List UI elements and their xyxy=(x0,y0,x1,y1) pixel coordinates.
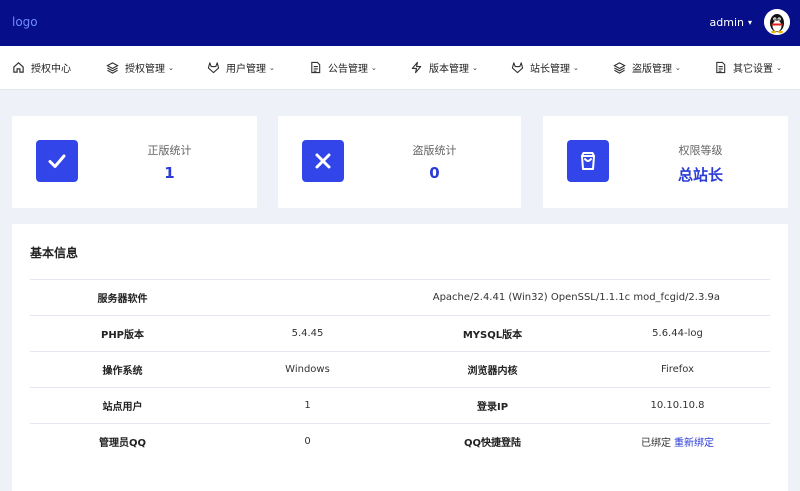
chevron-down-icon: ⌄ xyxy=(675,63,681,72)
close-icon xyxy=(302,140,344,182)
table-row: 服务器软件 Apache/2.4.41 (Win32) OpenSSL/1.1.… xyxy=(30,279,770,316)
chevron-down-icon: ⌄ xyxy=(573,63,579,72)
nav-label: 授权管理 xyxy=(125,64,165,75)
nav-item-other-settings[interactable]: 其它设置 ⌄ xyxy=(714,60,782,75)
document-icon xyxy=(311,61,321,74)
nav-label: 版本管理 xyxy=(429,64,469,75)
info-value: Firefox xyxy=(585,351,770,388)
table-row: 站点用户 1 登录IP 10.10.10.8 xyxy=(30,387,770,424)
table-row: 管理员QQ 0 QQ快捷登陆 已绑定 重新绑定 xyxy=(30,423,770,460)
lightning-icon xyxy=(411,61,422,74)
gitlab-icon xyxy=(511,62,524,74)
info-key: 站点用户 xyxy=(30,387,215,424)
info-key: 服务器软件 xyxy=(30,279,215,316)
chevron-down-icon: ⌄ xyxy=(168,63,174,72)
chevron-down-icon: ⌄ xyxy=(776,63,782,72)
avatar[interactable] xyxy=(764,9,790,35)
nav-label: 用户管理 xyxy=(226,64,266,75)
chevron-down-icon: ⌄ xyxy=(371,63,377,72)
nav-item-auth-manage[interactable]: 授权管理 ⌄ xyxy=(106,60,174,75)
username[interactable]: admin xyxy=(710,16,744,29)
document-icon xyxy=(716,61,726,74)
info-value: 0 xyxy=(215,423,400,460)
info-value: 5.4.45 xyxy=(215,315,400,352)
info-table: 服务器软件 Apache/2.4.41 (Win32) OpenSSL/1.1.… xyxy=(30,279,770,460)
card-value: 0 xyxy=(429,164,440,182)
nav-label: 其它设置 xyxy=(733,64,773,75)
top-bar: logo admin ▾ xyxy=(0,0,800,46)
info-key: 操作系统 xyxy=(30,351,215,388)
info-value: Apache/2.4.41 (Win32) OpenSSL/1.1.1c mod… xyxy=(215,279,770,316)
card-value: 总站长 xyxy=(677,166,723,184)
qq-bind-cell: 已绑定 重新绑定 xyxy=(585,423,770,460)
nav-label: 授权中心 xyxy=(31,64,71,75)
user-menu[interactable]: admin ▾ xyxy=(710,9,790,35)
stat-card-permission: 权限等级 总站长 xyxy=(543,116,788,208)
card-label: 权限等级 xyxy=(678,144,723,157)
info-key: PHP版本 xyxy=(30,315,215,352)
info-value: 5.6.44-log xyxy=(585,315,770,352)
shopping-bag-icon xyxy=(567,140,609,182)
nav-label: 站长管理 xyxy=(530,64,570,75)
home-icon xyxy=(13,62,24,73)
rebind-link[interactable]: 重新绑定 xyxy=(674,438,714,449)
nav-item-user-manage[interactable]: 用户管理 ⌄ xyxy=(207,60,275,75)
card-value: 1 xyxy=(164,164,175,182)
chevron-down-icon: ⌄ xyxy=(472,63,478,72)
info-key: 登录IP xyxy=(400,387,585,424)
card-label: 正版统计 xyxy=(147,144,192,157)
nav-item-auth-center[interactable]: 授权中心 xyxy=(12,60,71,75)
info-value: Windows xyxy=(215,351,400,388)
gitlab-icon xyxy=(207,62,220,74)
info-value: 1 xyxy=(215,387,400,424)
info-key: 浏览器内核 xyxy=(400,351,585,388)
nav-item-notice-manage[interactable]: 公告管理 ⌄ xyxy=(309,60,377,75)
nav-label: 盗版管理 xyxy=(632,64,672,75)
table-row: PHP版本 5.4.45 MYSQL版本 5.6.44-log xyxy=(30,315,770,352)
basic-info-panel: 基本信息 服务器软件 Apache/2.4.41 (Win32) OpenSSL… xyxy=(12,224,788,491)
qq-bound-status: 已绑定 xyxy=(641,438,671,450)
nav-item-webmaster-manage[interactable]: 站长管理 ⌄ xyxy=(511,60,579,75)
layers-icon xyxy=(106,62,119,74)
info-key: 管理员QQ xyxy=(30,423,215,460)
qq-penguin-icon xyxy=(764,9,790,35)
card-label: 盗版统计 xyxy=(412,144,457,157)
panel-title: 基本信息 xyxy=(30,246,79,260)
stat-card-genuine: 正版统计 1 xyxy=(12,116,257,208)
nav-item-piracy-manage[interactable]: 盗版管理 ⌄ xyxy=(613,60,681,75)
table-row: 操作系统 Windows 浏览器内核 Firefox xyxy=(30,351,770,388)
info-key: QQ快捷登陆 xyxy=(400,423,585,460)
stat-card-pirated: 盗版统计 0 xyxy=(278,116,521,208)
chevron-down-icon[interactable]: ▾ xyxy=(748,18,752,27)
layers-icon xyxy=(613,62,626,74)
info-key: MYSQL版本 xyxy=(400,315,585,352)
nav-label: 公告管理 xyxy=(328,64,368,75)
info-value: 10.10.10.8 xyxy=(585,387,770,424)
chevron-down-icon: ⌄ xyxy=(269,63,275,72)
nav-item-version-manage[interactable]: 版本管理 ⌄ xyxy=(410,60,478,75)
check-icon xyxy=(36,140,78,182)
main-nav: 授权中心 授权管理 ⌄ 用户管理 ⌄ 公告管理 ⌄ 版本管理 ⌄ 站长管理 ⌄ … xyxy=(0,46,800,90)
logo[interactable]: logo xyxy=(12,15,38,29)
